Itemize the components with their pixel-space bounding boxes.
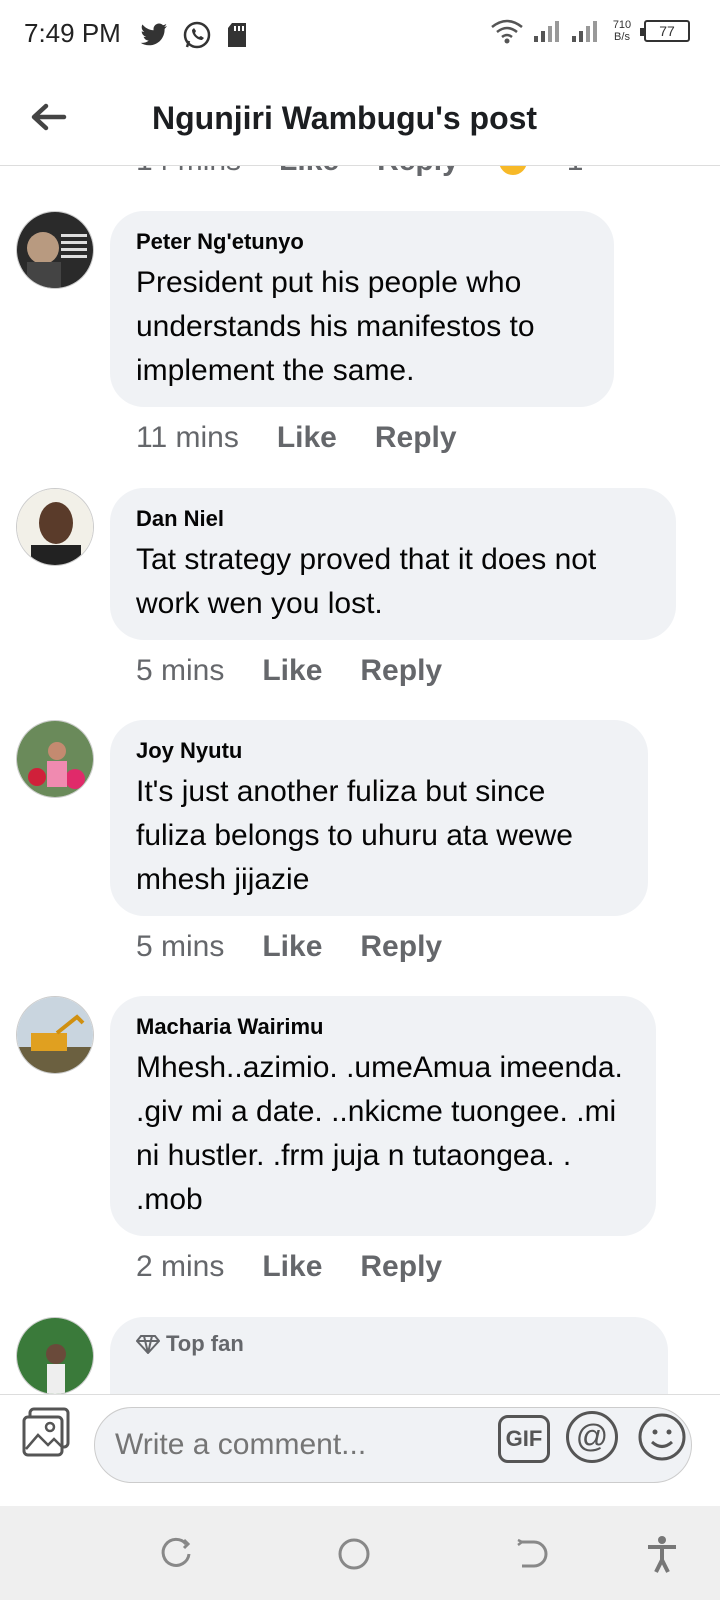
network-speed-unit: B/s: [614, 31, 630, 43]
comment-actions: 11 mins Like Reply: [136, 421, 457, 455]
comment-actions: 5 mins Like Reply: [136, 654, 442, 688]
comment-bubble[interactable]: Macharia Wairimu Mhesh..azimio. .umeAmua…: [110, 996, 656, 1236]
status-bar: 7:49 PM 710 B/s 77: [0, 0, 720, 72]
comment-author[interactable]: Macharia Wairimu: [136, 1014, 630, 1040]
comment-composer: GIF @: [0, 1394, 720, 1483]
system-nav-bar: [0, 1506, 720, 1600]
comment-bubble[interactable]: Dan Niel Tat strategy proved that it doe…: [110, 488, 676, 640]
comment-bubble[interactable]: Peter Ng'etunyo President put his people…: [110, 211, 614, 407]
back-icon[interactable]: [510, 1534, 550, 1574]
twitter-icon: [140, 23, 167, 46]
comment-actions: 2 mins Like Reply: [136, 1250, 442, 1284]
whatsapp-icon: [183, 21, 211, 49]
like-button[interactable]: Like: [279, 166, 339, 178]
network-speed: 710 B/s: [608, 19, 636, 43]
comment-text: It's just another fuliza but since fuliz…: [136, 775, 573, 896]
reply-button[interactable]: Reply: [375, 421, 457, 455]
battery-level: 77: [659, 23, 675, 39]
comment-text: President put his people who understands…: [136, 266, 535, 387]
comment-text: Tat strategy proved that it does not wor…: [136, 543, 597, 620]
battery-icon: 77: [640, 20, 690, 42]
mention-button[interactable]: @: [566, 1411, 618, 1463]
partial-comment-actions: 14 mins Like Reply 1: [136, 166, 583, 178]
comment-text: Mhesh..azimio. .umeAmua imeenda. .giv mi…: [136, 1051, 623, 1216]
network-speed-value: 710: [612, 19, 632, 31]
comment-time: 14 mins: [136, 166, 241, 178]
like-button[interactable]: Like: [262, 930, 322, 964]
comment-bubble[interactable]: Joy Nyutu It's just another fuliza but s…: [110, 720, 648, 916]
reply-button[interactable]: Reply: [360, 654, 442, 688]
page-title: Ngunjiri Wambugu's post: [152, 100, 538, 136]
avatar[interactable]: [16, 211, 94, 289]
avatar[interactable]: [16, 720, 94, 798]
reaction-count: 1: [567, 166, 584, 178]
recents-icon[interactable]: [156, 1534, 196, 1574]
wifi-icon: [491, 19, 523, 44]
comment-time: 11 mins: [136, 421, 239, 454]
signal-icon-2: [572, 21, 597, 42]
reply-button[interactable]: Reply: [360, 930, 442, 964]
avatar[interactable]: [16, 996, 94, 1074]
comment-time: 2 mins: [136, 1250, 225, 1283]
haha-reaction-icon[interactable]: [496, 166, 529, 177]
back-arrow-icon[interactable]: [24, 92, 74, 142]
like-button[interactable]: Like: [262, 1250, 322, 1284]
comment-feed[interactable]: 14 mins Like Reply 1 Peter Ng'etunyo Pre…: [0, 166, 720, 1394]
avatar[interactable]: [16, 488, 94, 566]
avatar[interactable]: [16, 1317, 94, 1394]
status-time: 7:49 PM: [24, 18, 121, 48]
top-fan-label: Top fan: [166, 1331, 244, 1356]
comment-author[interactable]: Dan Niel: [136, 506, 650, 532]
emoji-icon[interactable]: [636, 1411, 688, 1463]
status-icons-right: 710 B/s 77: [490, 18, 690, 44]
reply-button[interactable]: Reply: [360, 1250, 442, 1284]
reply-button[interactable]: Reply: [377, 166, 459, 178]
diamond-icon: [136, 1335, 160, 1354]
gif-button[interactable]: GIF: [498, 1415, 550, 1463]
signal-icon: [534, 21, 559, 42]
top-fan-badge: Top fan: [136, 1331, 642, 1357]
like-button[interactable]: Like: [277, 421, 337, 455]
comment-bubble[interactable]: Top fan: [110, 1317, 668, 1394]
like-button[interactable]: Like: [262, 654, 322, 688]
comment-author[interactable]: Peter Ng'etunyo: [136, 229, 588, 255]
sd-card-icon: [228, 23, 246, 47]
accessibility-icon[interactable]: [642, 1534, 682, 1574]
status-icons-left: [140, 20, 248, 50]
comment-time: 5 mins: [136, 654, 225, 687]
comment-actions: 5 mins Like Reply: [136, 930, 442, 964]
comment-time: 5 mins: [136, 930, 225, 963]
post-header: Ngunjiri Wambugu's post: [0, 72, 720, 166]
comment-input-wrap: GIF @: [0, 1391, 720, 1491]
home-icon[interactable]: [334, 1534, 374, 1574]
comment-author[interactable]: Joy Nyutu: [136, 738, 622, 764]
